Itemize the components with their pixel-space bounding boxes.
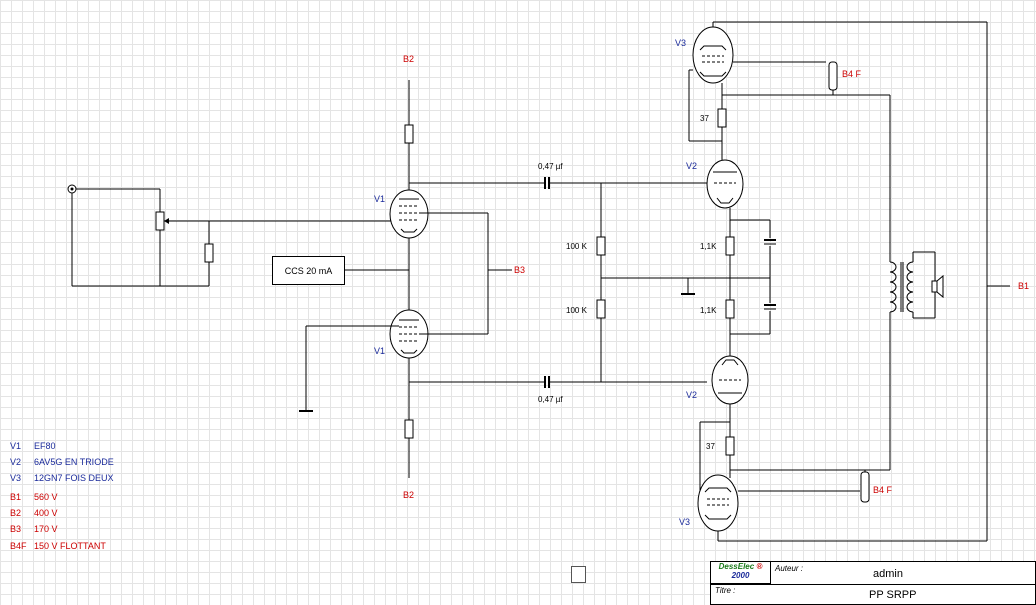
logo-mark: ® xyxy=(756,562,763,571)
legend-key: B3 xyxy=(10,524,22,534)
legend-key: B2 xyxy=(10,508,22,518)
label-r37-bottom: 37 xyxy=(706,442,715,451)
label-v1-top: V1 xyxy=(374,194,385,204)
schematic-canvas: B2 B2 B3 B1 B4 F B4 F V1 V1 V2 V2 V3 V3 … xyxy=(0,0,1036,605)
title-block: DessElec ® 2000 Auteur : admin Titre : P… xyxy=(710,561,1036,605)
label-b3: B3 xyxy=(514,265,525,275)
legend-key: V1 xyxy=(10,441,22,451)
label-v3-top: V3 xyxy=(675,38,686,48)
coupling-network xyxy=(544,177,770,388)
output-stage xyxy=(688,21,1010,542)
legend-key: V3 xyxy=(10,473,22,483)
label-b2-bottom: B2 xyxy=(403,490,414,500)
schematic-labels: B2 B2 B3 B1 B4 F B4 F V1 V1 V2 V2 V3 V3 … xyxy=(374,38,1029,527)
legend-value: 170 V xyxy=(34,524,58,534)
legend-value: 150 V FLOTTANT xyxy=(34,541,106,551)
label-r37-top: 37 xyxy=(700,114,709,123)
title-value: PP SRPP xyxy=(869,589,917,601)
label-b1: B1 xyxy=(1018,281,1029,291)
label-v1-bottom: V1 xyxy=(374,346,385,356)
label-cap-top: 0,47 µf xyxy=(538,162,563,171)
page-marker-box[interactable] xyxy=(571,566,586,583)
legend-key: B1 xyxy=(10,492,22,502)
label-cap-bottom: 0,47 µf xyxy=(538,395,563,404)
legend-value: 6AV5G EN TRIODE xyxy=(34,457,114,467)
ccs-label: CCS 20 mA xyxy=(284,265,333,276)
ccs-block: CCS 20 mA xyxy=(272,256,345,285)
label-v2-top: V2 xyxy=(686,161,697,171)
legend-value: 400 V xyxy=(34,508,58,518)
label-b4f-top: B4 F xyxy=(842,69,862,79)
author-value: admin xyxy=(873,568,903,580)
schematic-wiring: B2 B2 B3 B1 B4 F B4 F V1 V1 V2 V2 V3 V3 … xyxy=(67,21,1029,542)
label-r11k-top: 1,1K xyxy=(700,242,717,251)
grid-resistor xyxy=(204,243,214,263)
label-b4f-bottom: B4 F xyxy=(873,485,893,495)
label-v2-bottom: V2 xyxy=(686,390,697,400)
logo-text: DessElec xyxy=(718,562,755,571)
legend-value: EF80 xyxy=(34,441,56,451)
label-r100k-bottom: 100 K xyxy=(566,306,588,315)
legend-key: V2 xyxy=(10,457,22,467)
author-label: Auteur : xyxy=(775,564,804,573)
legend-value: 12GN7 FOIS DEUX xyxy=(34,473,114,483)
label-r100k-top: 100 K xyxy=(566,242,588,251)
label-r11k-bottom: 1,1K xyxy=(700,306,717,315)
volume-potentiometer xyxy=(155,211,165,231)
desselec-logo: DessElec ® 2000 xyxy=(711,562,771,584)
speaker-icon xyxy=(931,274,944,299)
logo-year: 2000 xyxy=(731,571,750,580)
legend-value: 560 V xyxy=(34,492,58,502)
title-label: Titre : xyxy=(715,586,736,595)
legend-key: B4F xyxy=(10,541,27,551)
label-b2-top: B2 xyxy=(403,54,414,64)
label-v3-bottom: V3 xyxy=(679,517,690,527)
